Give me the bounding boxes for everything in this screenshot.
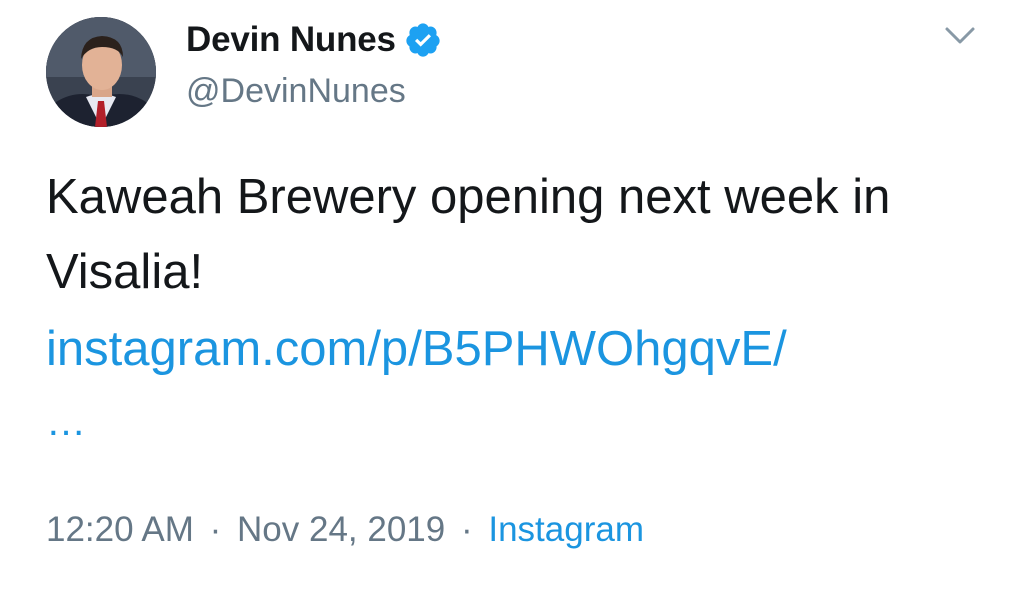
tweet-link[interactable]: instagram.com/p/B5PHWOhgqvE/ (46, 312, 787, 387)
profile-photo-icon (46, 17, 156, 127)
avatar[interactable] (46, 17, 156, 127)
tweet-card: Devin Nunes @DevinNunes Kaweah Brewery o… (0, 0, 1024, 589)
display-name[interactable]: Devin Nunes (186, 20, 396, 60)
meta-separator: · (209, 510, 222, 549)
show-more-ellipsis[interactable]: … (46, 400, 86, 445)
verified-badge-icon (404, 21, 442, 59)
tweet-source[interactable]: Instagram (488, 510, 644, 549)
chevron-down-icon[interactable] (942, 20, 978, 50)
author-handle[interactable]: @DevinNunes (186, 72, 406, 111)
tweet-text: Kaweah Brewery opening next week in Visa… (46, 170, 891, 299)
tweet-date[interactable]: Nov 24, 2019 (237, 510, 445, 549)
tweet-time[interactable]: 12:20 AM (46, 510, 194, 549)
author-name-row: Devin Nunes (186, 16, 442, 64)
tweet-meta: 12:20 AM · Nov 24, 2019 · Instagram (46, 510, 644, 550)
meta-separator: · (460, 510, 473, 549)
